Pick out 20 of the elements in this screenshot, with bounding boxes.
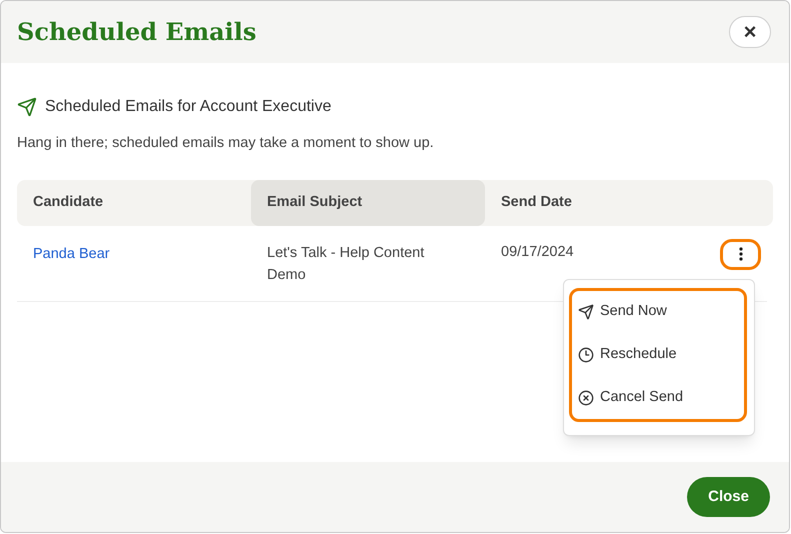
send-icon [17, 97, 37, 117]
menu-item[interactable]: Cancel Send [572, 376, 744, 420]
column-header[interactable]: Email Subject [251, 180, 485, 226]
more-icon [738, 247, 742, 262]
close-button[interactable]: × [729, 16, 771, 48]
table-cell-text: 09/17/2024 [501, 242, 574, 262]
send-icon [578, 304, 594, 320]
column-header[interactable]: Candidate [17, 180, 251, 226]
more-button[interactable] [720, 238, 761, 270]
info-note: Hang in there; scheduled emails may take a moment to show up. [17, 134, 435, 153]
close-dialog-button[interactable]: Close [687, 477, 770, 517]
table-cell-text: Let's Talk - Help Content Demo [267, 244, 426, 285]
section-heading: Scheduled Emails for Account Executive [45, 97, 332, 117]
clock-icon [578, 347, 594, 363]
candidate-link[interactable]: Panda Bear [33, 246, 110, 262]
dialog-title: Scheduled Emails [17, 16, 256, 48]
column-header[interactable]: Send Date [485, 180, 773, 226]
cancel-icon [578, 390, 594, 406]
menu-item[interactable]: Reschedule [572, 334, 744, 376]
menu-item[interactable]: Send Now [572, 291, 744, 334]
